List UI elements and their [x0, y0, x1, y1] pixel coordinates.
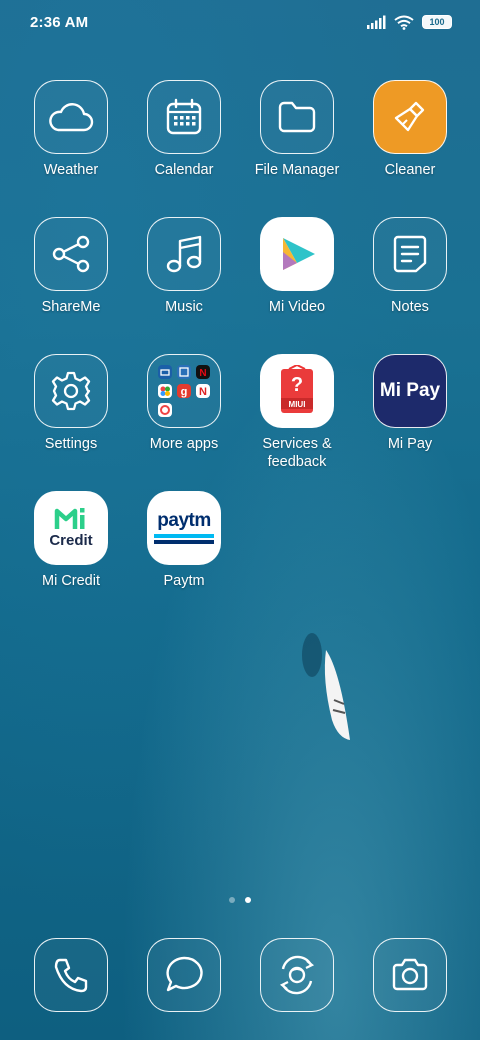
app-settings[interactable]: Settings — [21, 354, 121, 453]
mi-pay-logo-text: Mi Pay — [379, 380, 441, 401]
broom-icon[interactable] — [373, 80, 447, 154]
app-mi-video[interactable]: Mi Video — [247, 217, 347, 316]
play-icon[interactable] — [260, 217, 334, 291]
app-label: Services & feedback — [262, 435, 331, 471]
wifi-icon — [394, 15, 414, 30]
music-note-icon[interactable] — [147, 217, 221, 291]
services-feedback-icon[interactable]: ? MIUI — [260, 354, 334, 428]
app-cleaner[interactable]: Cleaner — [360, 80, 460, 179]
app-label: Mi Video — [268, 299, 326, 315]
calendar-icon[interactable] — [147, 80, 221, 154]
app-label: Calendar — [154, 162, 214, 178]
app-mi-credit[interactable]: Credit Mi Credit — [21, 491, 121, 590]
app-label: Paytm — [163, 573, 205, 589]
app-shareme[interactable]: ShareMe — [21, 217, 121, 316]
app-paytm[interactable]: paytm Paytm — [134, 491, 234, 590]
svg-text:MIUI: MIUI — [289, 400, 306, 409]
mi-credit-logo-text: Credit — [49, 532, 93, 549]
clock: 2:36 AM — [30, 13, 89, 31]
app-notes[interactable]: Notes — [360, 217, 460, 316]
app-file-manager[interactable]: File Manager — [247, 80, 347, 179]
app-label: File Manager — [254, 162, 340, 178]
app-label: Settings — [44, 436, 98, 452]
app-label: Mi Pay — [387, 436, 433, 452]
dock-phone[interactable] — [21, 938, 121, 1012]
battery-level: 100 — [429, 17, 445, 27]
messages-icon[interactable] — [147, 938, 221, 1012]
app-label: Weather — [43, 162, 99, 178]
share-icon[interactable] — [34, 217, 108, 291]
weather-cloud-icon[interactable] — [34, 80, 108, 154]
wallpaper-boat — [302, 633, 350, 740]
status-icons: 100 — [366, 15, 452, 30]
app-weather[interactable]: Weather — [21, 80, 121, 179]
mi-credit-icon[interactable]: Credit — [34, 491, 108, 565]
camera-icon[interactable] — [373, 938, 447, 1012]
svg-text:N: N — [199, 368, 206, 379]
dock-browser[interactable] — [247, 938, 347, 1012]
page-indicator — [0, 897, 480, 903]
svg-text:N: N — [199, 386, 207, 398]
app-label: Mi Credit — [41, 573, 100, 589]
svg-text:?: ? — [291, 374, 303, 396]
folder-icon[interactable] — [260, 80, 334, 154]
app-label: Cleaner — [384, 162, 436, 178]
battery-icon: 100 — [422, 15, 452, 29]
phone-icon[interactable] — [34, 938, 108, 1012]
dock-camera[interactable] — [360, 938, 460, 1012]
folder-apps-icon[interactable]: N g N — [147, 354, 221, 428]
gear-icon[interactable] — [34, 354, 108, 428]
status-bar: 2:36 AM 100 — [0, 0, 480, 44]
signal-icon — [367, 15, 386, 29]
paytm-logo-text: paytm — [157, 510, 211, 531]
app-label-line1: Services & — [262, 436, 332, 452]
app-music[interactable]: Music — [134, 217, 234, 316]
app-label: More apps — [149, 436, 219, 452]
app-label: Music — [165, 299, 203, 315]
app-mi-pay[interactable]: Mi Pay Mi Pay — [360, 354, 460, 453]
notes-icon[interactable] — [373, 217, 447, 291]
app-label-line2: feedback — [267, 454, 327, 470]
page-dot-active[interactable] — [245, 897, 251, 903]
mi-pay-icon[interactable]: Mi Pay — [373, 354, 447, 428]
app-more-apps[interactable]: N g N More apps — [134, 354, 234, 453]
svg-text:g: g — [181, 386, 188, 398]
app-services-feedback[interactable]: ? MIUI Services & feedback — [247, 354, 347, 471]
app-label: Notes — [391, 299, 429, 315]
app-calendar[interactable]: Calendar — [134, 80, 234, 179]
browser-icon[interactable] — [260, 938, 334, 1012]
app-label: ShareMe — [41, 299, 101, 315]
page-dot[interactable] — [229, 897, 235, 903]
paytm-icon[interactable]: paytm — [147, 491, 221, 565]
dock-messages[interactable] — [134, 938, 234, 1012]
